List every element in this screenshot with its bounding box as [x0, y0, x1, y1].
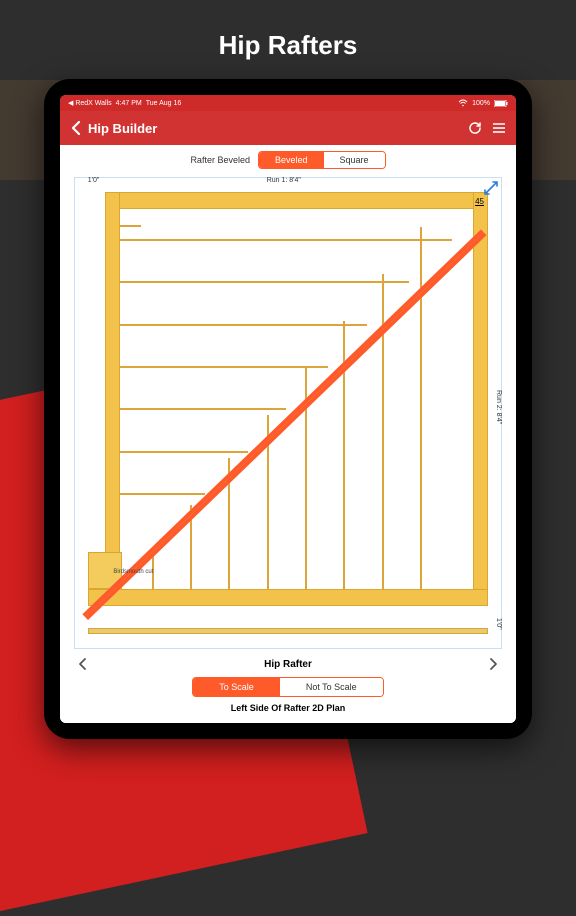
scale-option-not-to-scale[interactable]: Not To Scale [280, 678, 383, 696]
next-rafter-button[interactable] [486, 657, 500, 671]
refresh-button[interactable] [468, 121, 482, 135]
status-battery: 100% [472, 100, 490, 107]
content: Rafter Beveled Beveled Square [60, 145, 516, 723]
rafter-beveled-segmented: Beveled Square [258, 151, 386, 169]
tablet-frame: ◀ RedX Walls 4:47 PM Tue Aug 16 100% [44, 79, 532, 739]
hero-title: Hip Rafters [0, 0, 576, 79]
plan-label: Left Side Of Rafter 2D Plan [70, 703, 506, 713]
overhang-left-label: 1'0" [88, 177, 100, 184]
page-title: Hip Builder [88, 121, 157, 136]
wifi-icon [458, 99, 468, 107]
menu-button[interactable] [492, 122, 506, 134]
rafter-beveled-label: Rafter Beveled [190, 155, 250, 165]
run1-label: Run 1: 8'4" [267, 177, 301, 184]
screen: ◀ RedX Walls 4:47 PM Tue Aug 16 100% [60, 95, 516, 723]
rafter-beveled-row: Rafter Beveled Beveled Square [60, 145, 516, 173]
resize-arrow-icon[interactable] [483, 180, 499, 201]
nav-bar: Hip Builder [60, 111, 516, 145]
hip-diagram[interactable]: 1'0" Run 1: 8'4" Run 2: 8'4" 1'0" 45 Bir… [74, 177, 502, 649]
prev-rafter-button[interactable] [76, 657, 90, 671]
status-time: 4:47 PM [116, 100, 142, 107]
back-button[interactable] [70, 121, 82, 135]
status-date: Tue Aug 16 [146, 100, 182, 107]
hip-rafter-line [82, 229, 486, 619]
run2-label: Run 2: 8'4" [495, 390, 502, 424]
battery-icon [494, 100, 508, 107]
bottom-panel: Hip Rafter To Scale Not To Scale Left Si… [60, 651, 516, 723]
hip-rafter-title: Hip Rafter [90, 659, 486, 670]
overhang-right-label: 1'0" [495, 618, 502, 630]
rafter-beveled-option-square[interactable]: Square [324, 152, 385, 168]
status-bar: ◀ RedX Walls 4:47 PM Tue Aug 16 100% [60, 95, 516, 111]
rafter-beveled-option-beveled[interactable]: Beveled [259, 152, 324, 168]
scale-option-to-scale[interactable]: To Scale [193, 678, 280, 696]
scale-segmented: To Scale Not To Scale [192, 677, 383, 697]
birdsmouth-label: Birdsmouth cut [113, 569, 153, 575]
status-back-app[interactable]: ◀ RedX Walls [68, 99, 112, 107]
